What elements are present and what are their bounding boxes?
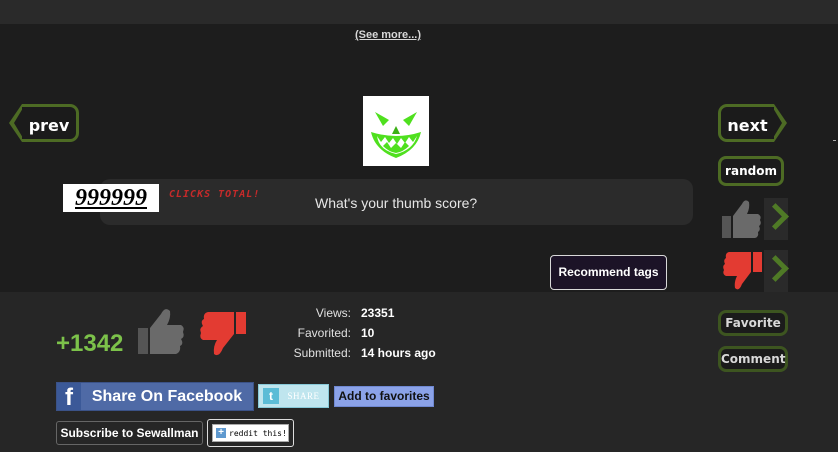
stats-list: Views: 23351 Favorited: 10 Submitted: 14 ho… (280, 306, 436, 366)
facebook-icon: f (57, 383, 81, 411)
thumb-down-icon (723, 252, 762, 290)
stats-key: Favorited: (297, 326, 351, 340)
prev-label: prev (28, 116, 70, 135)
reddit-button[interactable]: + reddit this! (207, 419, 294, 447)
subscribe-button[interactable]: Subscribe to Sewallman (56, 421, 203, 445)
thumb-down-arrow-tab (762, 250, 789, 292)
stats-row-submitted: Submitted: 14 hours ago (280, 346, 436, 366)
thumb-down-vote-button[interactable] (720, 250, 789, 292)
click-counter: 999999 (63, 184, 159, 212)
comment-button[interactable]: Comment (718, 346, 788, 372)
clicks-total-label: CLICKS TOTAL! (169, 189, 261, 200)
thumb-up-arrow-tab (762, 198, 789, 240)
share-facebook-button[interactable]: f Share On Facebook (56, 382, 254, 411)
twitter-icon: t (263, 388, 279, 404)
random-button[interactable]: random (718, 156, 784, 186)
stats-row-views: Views: 23351 (280, 306, 436, 326)
stats-key: Views: (315, 306, 351, 320)
next-button[interactable]: next (718, 104, 787, 142)
reddit-icon: + (216, 428, 226, 438)
thumb-down-icon[interactable] (198, 310, 248, 360)
thumb-score: +1342 (56, 330, 124, 357)
stats-value: 10 (361, 326, 375, 340)
share-facebook-label: Share On Facebook (91, 387, 243, 405)
stats-value: 23351 (361, 306, 395, 320)
chevron-right-icon (762, 203, 789, 230)
stats-value: 14 hours ago (361, 346, 436, 360)
thumb-score-question: What's your thumb score? (315, 195, 478, 211)
thumb-up-icon[interactable] (136, 306, 186, 356)
prev-button[interactable]: prev (9, 104, 79, 142)
top-strip (0, 0, 838, 24)
stats-row-favorited: Favorited: 10 (280, 326, 436, 346)
thumb-up-icon (722, 200, 761, 238)
reddit-label: reddit this! (229, 428, 287, 438)
reddit-badge: + reddit this! (212, 424, 289, 442)
add-to-favorites-button[interactable]: Add to favorites (334, 386, 434, 407)
pumpkin-thumbnail[interactable] (363, 96, 429, 166)
prev-arrow-icon (9, 104, 23, 142)
next-label: next (727, 116, 768, 135)
edge-mark (833, 140, 836, 141)
share-twitter-label: SHARE (287, 391, 320, 401)
pumpkin-face-icon (371, 112, 421, 158)
chevron-right-icon (762, 255, 789, 282)
thumb-up-vote-button[interactable] (720, 198, 789, 240)
see-more-link[interactable]: (See more...) (0, 29, 776, 41)
next-arrow-icon (773, 104, 787, 142)
recommend-tags-button[interactable]: Recommend tags (550, 255, 667, 290)
share-twitter-button[interactable]: t SHARE (258, 384, 329, 408)
stats-key: Submitted: (293, 346, 351, 360)
favorite-button[interactable]: Favorite (718, 310, 788, 336)
